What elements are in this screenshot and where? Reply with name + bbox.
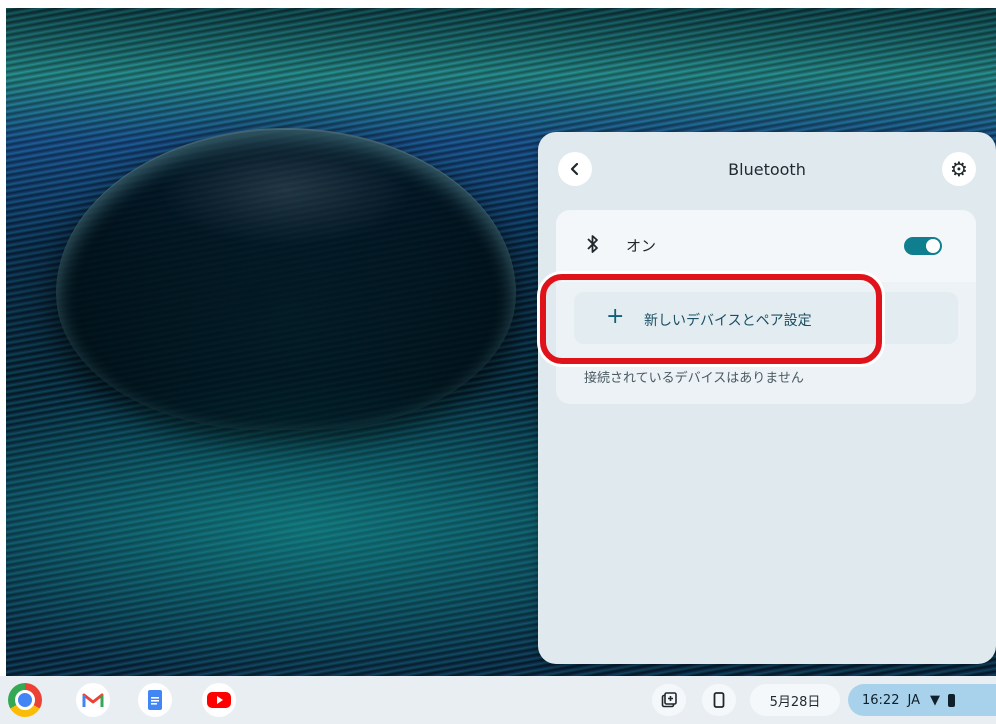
wifi-icon: ▼ [929, 692, 940, 708]
ime-indicator: JA [907, 692, 920, 708]
bluetooth-icon [586, 234, 600, 259]
youtube-app-icon[interactable] [202, 683, 236, 717]
no-devices-text: 接続されているデバイスはありません [584, 371, 804, 386]
toggle-knob [926, 239, 940, 253]
shelf: 5月28日 16:22 JA ▼ [0, 676, 996, 724]
screen-capture-button[interactable] [652, 684, 686, 716]
phone-icon [713, 692, 725, 708]
bluetooth-panel: Bluetooth ⚙ オン + 新しいデバイスとペア設定 接続されているデバイ… [538, 132, 996, 664]
water-drop-image [56, 128, 516, 430]
panel-title: Bluetooth [728, 160, 806, 179]
docs-app-icon[interactable] [138, 683, 172, 717]
gmail-app-icon[interactable] [76, 683, 110, 717]
date-button[interactable]: 5月28日 [750, 684, 840, 716]
status-area[interactable]: 16:22 JA ▼ [848, 684, 996, 716]
chrome-app-icon[interactable] [8, 683, 42, 717]
bluetooth-toggle-switch[interactable] [904, 237, 942, 255]
bluetooth-toggle-row[interactable]: オン [556, 210, 976, 282]
highlight-annotation [540, 274, 882, 364]
bluetooth-state-label: オン [626, 237, 657, 255]
gear-icon: ⚙ [950, 157, 968, 181]
phone-hub-button[interactable] [702, 684, 736, 716]
battery-icon [947, 693, 955, 707]
clock-time: 16:22 [862, 692, 900, 708]
screen-capture-icon [661, 692, 677, 708]
bluetooth-settings-button[interactable]: ⚙ [942, 152, 976, 186]
